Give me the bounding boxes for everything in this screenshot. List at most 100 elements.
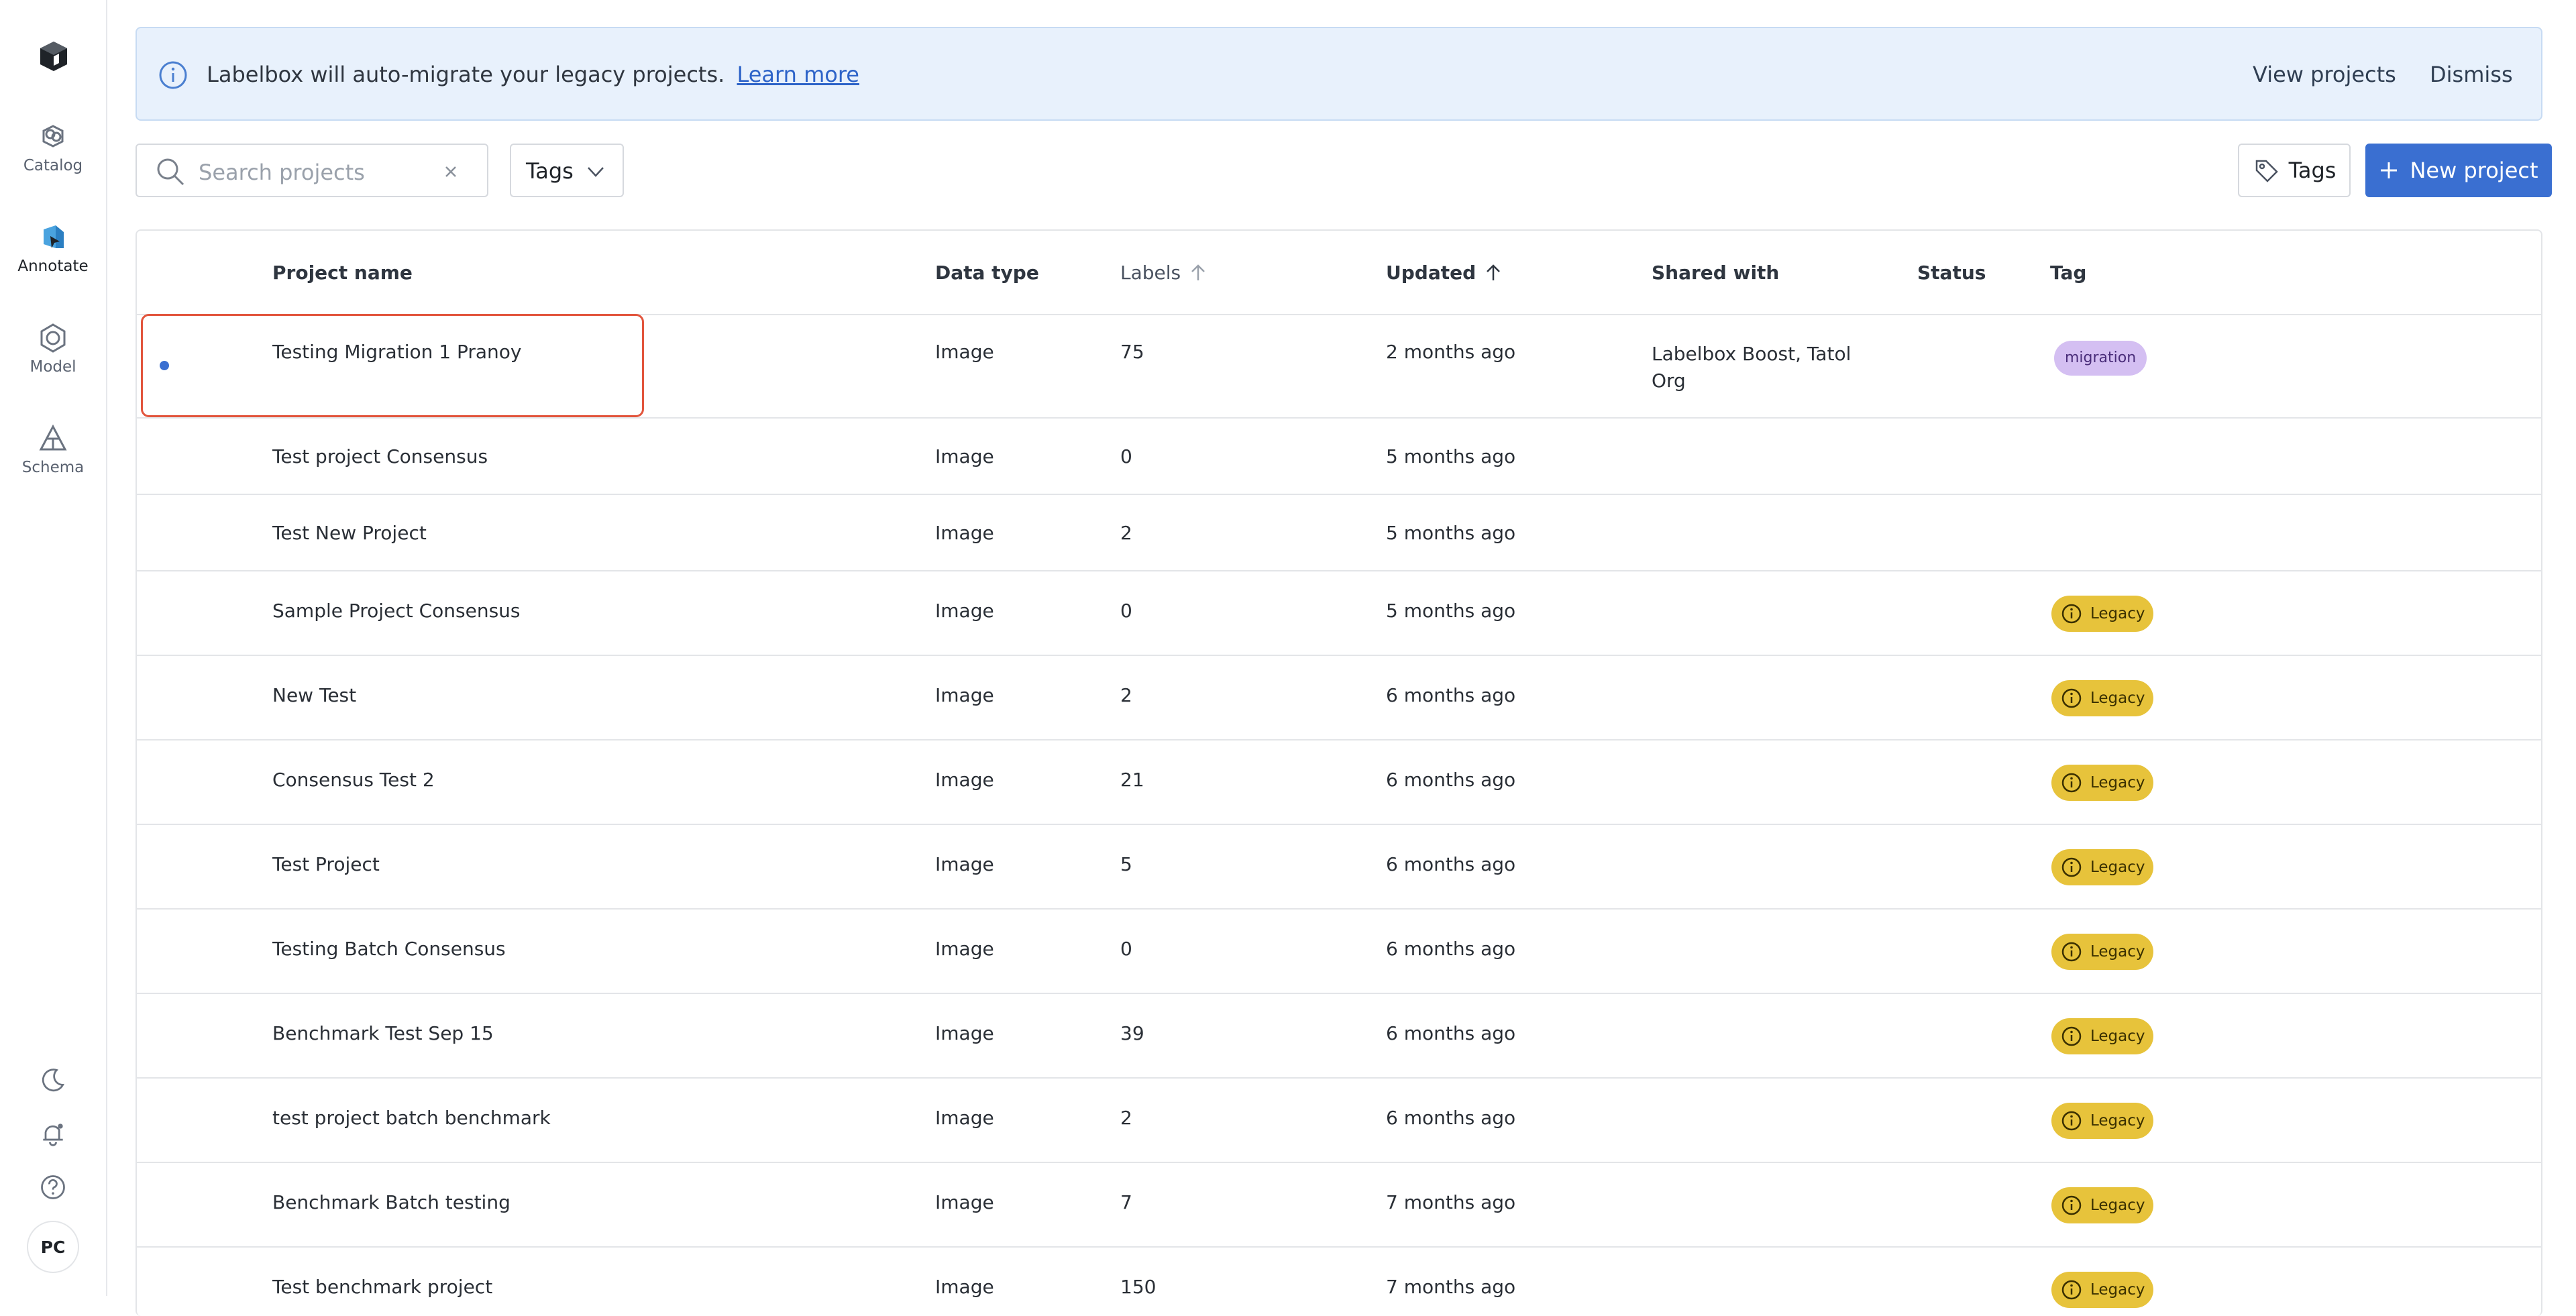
- legacy-tag-label: Legacy: [2090, 1028, 2145, 1045]
- avatar[interactable]: PC: [27, 1221, 79, 1273]
- project-name[interactable]: Testing Migration 1 Pranoy: [272, 341, 521, 363]
- moon-icon[interactable]: [37, 1064, 69, 1096]
- legacy-tag-badge: Legacy: [2051, 1103, 2153, 1139]
- sidebar-item-label: Catalog: [23, 157, 83, 174]
- legacy-tag-badge: Legacy: [2051, 849, 2153, 885]
- table-row[interactable]: Testing Migration 1 Pranoy Image 75 2 mo…: [137, 314, 2541, 419]
- projects-table: Project name Data type Labels Updated Sh…: [136, 229, 2542, 1316]
- info-icon: [2061, 773, 2082, 793]
- column-header-project-name[interactable]: Project name: [272, 262, 413, 284]
- column-header-tag[interactable]: Tag: [2050, 262, 2086, 284]
- updated-time: 6 months ago: [1386, 769, 1516, 791]
- labels-count: 150: [1120, 1276, 1157, 1298]
- table-row[interactable]: Test Project Image 5 6 months ago Legacy: [137, 825, 2541, 910]
- project-name[interactable]: Test benchmark project: [272, 1276, 492, 1298]
- labelbox-logo-icon[interactable]: [39, 40, 68, 72]
- data-type: Image: [935, 600, 994, 622]
- catalog-icon: [42, 125, 64, 148]
- column-header-updated-text: Updated: [1386, 262, 1477, 284]
- info-icon: [159, 61, 187, 89]
- sidebar-item-schema[interactable]: Schema: [0, 423, 106, 503]
- column-header-shared-with[interactable]: Shared with: [1652, 262, 1779, 284]
- data-type: Image: [935, 769, 994, 791]
- column-header-labels[interactable]: Labels: [1120, 262, 1206, 284]
- legacy-tag-badge: Legacy: [2051, 934, 2153, 970]
- info-icon: [2061, 857, 2082, 877]
- tags-button[interactable]: Tags: [2238, 144, 2351, 197]
- table-row[interactable]: Test benchmark project Image 150 7 month…: [137, 1248, 2541, 1316]
- table-row[interactable]: New Test Image 2 6 months ago Legacy: [137, 656, 2541, 741]
- model-icon: [40, 323, 66, 353]
- schema-icon: [39, 424, 67, 451]
- labels-count: 7: [1120, 1191, 1132, 1213]
- table-row[interactable]: Benchmark Batch testing Image 7 7 months…: [137, 1163, 2541, 1248]
- project-name[interactable]: Test project Consensus: [272, 445, 488, 468]
- project-name[interactable]: Test Project: [272, 853, 380, 875]
- labels-count: 39: [1120, 1022, 1144, 1044]
- dismiss-button[interactable]: Dismiss: [2430, 62, 2513, 87]
- data-type: Image: [935, 684, 994, 706]
- tags-filter-dropdown[interactable]: Tags: [510, 144, 624, 197]
- project-name[interactable]: Sample Project Consensus: [272, 600, 521, 622]
- help-icon[interactable]: [37, 1171, 69, 1203]
- data-type: Image: [935, 938, 994, 960]
- shared-with: Labelbox Boost, Tatol Org: [1652, 343, 1851, 392]
- info-icon: [2061, 688, 2082, 708]
- info-icon: [2061, 604, 2082, 624]
- project-name[interactable]: Testing Batch Consensus: [272, 938, 506, 960]
- column-header-data-type[interactable]: Data type: [935, 262, 1039, 284]
- table-row[interactable]: Sample Project Consensus Image 0 5 month…: [137, 571, 2541, 656]
- banner-message: Labelbox will auto-migrate your legacy p…: [207, 62, 859, 87]
- tags-button-label: Tags: [2288, 158, 2337, 183]
- data-type: Image: [935, 341, 994, 363]
- arrow-up-icon: [1191, 264, 1205, 280]
- data-type: Image: [935, 1107, 994, 1129]
- project-name[interactable]: Benchmark Batch testing: [272, 1191, 511, 1213]
- legacy-tag-label: Legacy: [2090, 1197, 2145, 1214]
- sidebar: Catalog Annotate Model Schema PC: [0, 0, 107, 1296]
- labels-count: 75: [1120, 341, 1144, 363]
- sidebar-item-annotate[interactable]: Annotate: [0, 221, 106, 302]
- updated-time: 6 months ago: [1386, 1107, 1516, 1129]
- legacy-tag-label: Legacy: [2090, 690, 2145, 707]
- column-header-updated[interactable]: Updated: [1386, 262, 1501, 284]
- updated-time: 7 months ago: [1386, 1276, 1516, 1298]
- tags-filter-label: Tags: [526, 158, 574, 184]
- bell-icon[interactable]: [37, 1117, 69, 1150]
- project-name[interactable]: Consensus Test 2: [272, 769, 435, 791]
- table-row[interactable]: Testing Batch Consensus Image 0 6 months…: [137, 910, 2541, 994]
- sidebar-item-model[interactable]: Model: [0, 322, 106, 402]
- updated-time: 5 months ago: [1386, 522, 1516, 544]
- info-icon: [2061, 1195, 2082, 1215]
- labels-count: 5: [1120, 853, 1132, 875]
- new-project-button[interactable]: New project: [2365, 144, 2552, 197]
- info-icon: [2061, 1111, 2082, 1131]
- row-highlight: [141, 314, 644, 417]
- tag-icon: [2255, 160, 2278, 182]
- table-row[interactable]: Test project Consensus Image 0 5 months …: [137, 419, 2541, 495]
- search-icon: [157, 158, 184, 186]
- project-name[interactable]: Benchmark Test Sep 15: [272, 1022, 494, 1044]
- project-name[interactable]: New Test: [272, 684, 356, 706]
- info-icon: [2061, 1280, 2082, 1300]
- table-row[interactable]: test project batch benchmark Image 2 6 m…: [137, 1079, 2541, 1163]
- updated-time: 2 months ago: [1386, 341, 1516, 363]
- table-row[interactable]: Benchmark Test Sep 15 Image 39 6 months …: [137, 994, 2541, 1079]
- legacy-tag-label: Legacy: [2090, 1281, 2145, 1299]
- updated-time: 5 months ago: [1386, 445, 1516, 468]
- column-header-status[interactable]: Status: [1917, 262, 1986, 284]
- view-projects-button[interactable]: View projects: [2253, 62, 2396, 87]
- table-row[interactable]: Consensus Test 2 Image 21 6 months ago L…: [137, 741, 2541, 825]
- close-icon[interactable]: [441, 162, 460, 181]
- plus-icon: [2381, 162, 2398, 178]
- updated-time: 6 months ago: [1386, 1022, 1516, 1044]
- annotate-icon: [44, 225, 64, 248]
- sidebar-item-catalog[interactable]: Catalog: [0, 121, 106, 201]
- learn-more-link[interactable]: Learn more: [737, 62, 859, 87]
- updated-time: 7 months ago: [1386, 1191, 1516, 1213]
- new-project-label: New project: [2410, 158, 2538, 183]
- project-name[interactable]: Test New Project: [272, 522, 427, 544]
- table-row[interactable]: Test New Project Image 2 5 months ago: [137, 495, 2541, 571]
- search-input[interactable]: [197, 157, 421, 188]
- project-name[interactable]: test project batch benchmark: [272, 1107, 551, 1129]
